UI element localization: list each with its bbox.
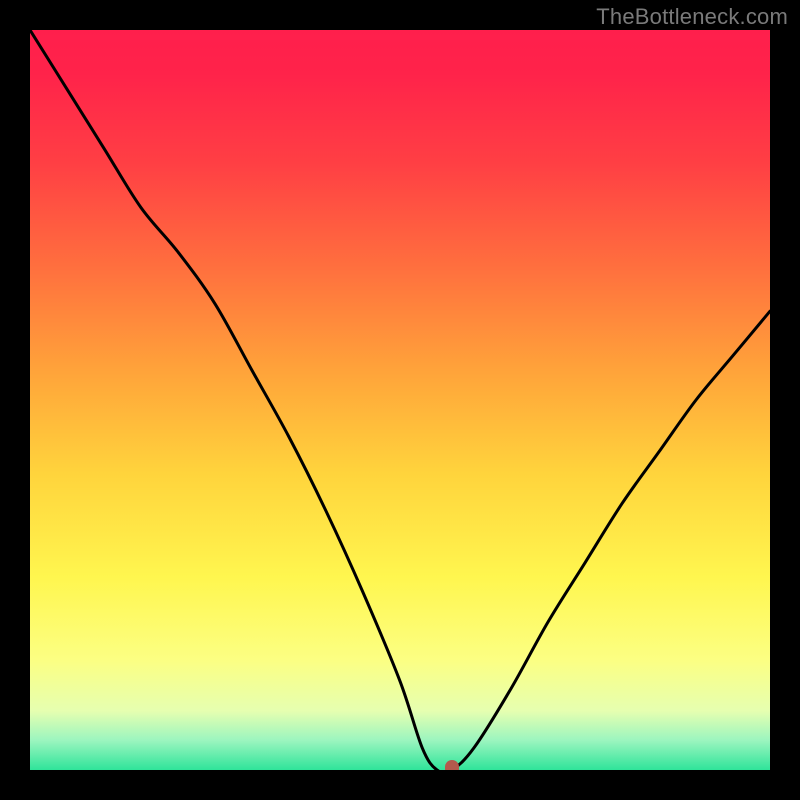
bottleneck-curve	[30, 30, 770, 770]
plot-area	[30, 30, 770, 770]
curve-path	[30, 30, 770, 770]
watermark-text: TheBottleneck.com	[596, 4, 788, 30]
optimal-marker	[445, 760, 459, 770]
chart-frame: TheBottleneck.com	[0, 0, 800, 800]
